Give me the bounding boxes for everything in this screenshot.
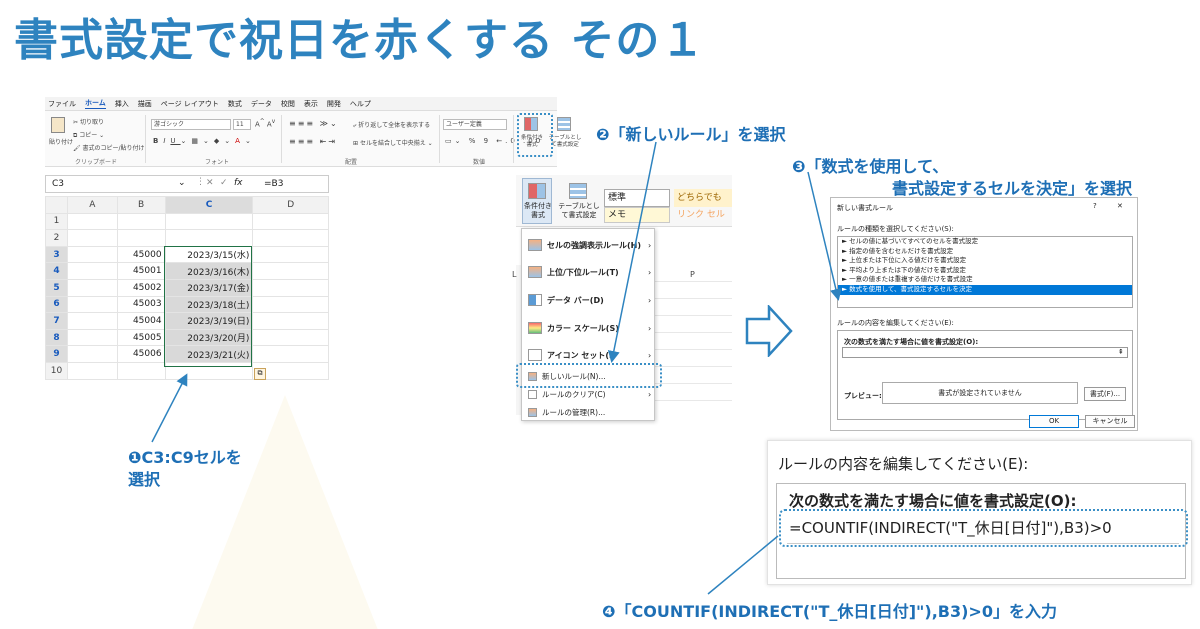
step2-arrow — [607, 141, 657, 363]
step4-arrow — [707, 535, 779, 595]
step1-arrow — [151, 373, 188, 443]
pointer-arrows — [151, 141, 842, 595]
step3-arrow — [807, 171, 842, 301]
